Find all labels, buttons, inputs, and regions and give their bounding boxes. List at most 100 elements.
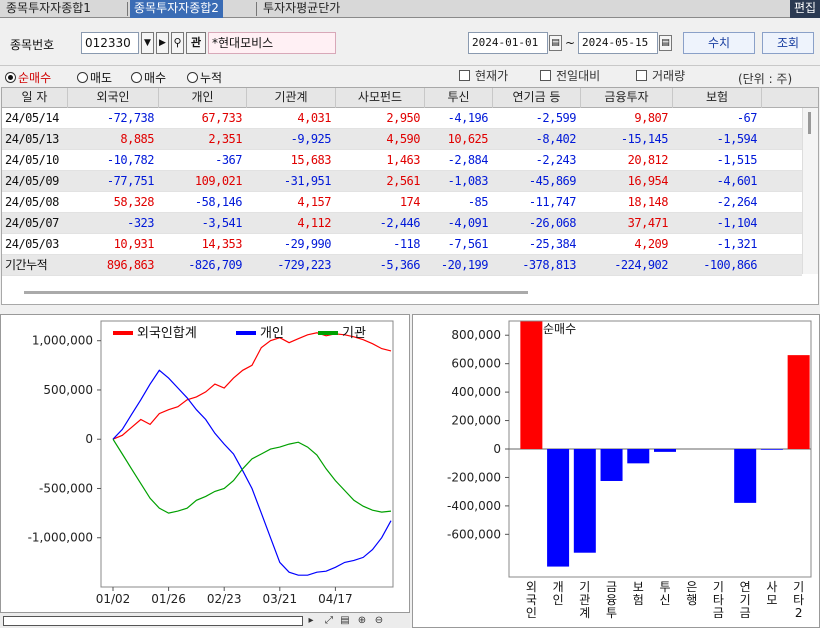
table-cell: -29,990 <box>283 237 332 251</box>
edit-button[interactable]: 편집 <box>790 0 820 18</box>
table-cell: 2,351 <box>208 132 242 146</box>
x-tick-label: 04/17 <box>318 592 353 606</box>
column-header[interactable]: 보험 <box>673 88 762 108</box>
category-label: 금 <box>606 580 617 594</box>
category-label: 타 <box>793 593 804 607</box>
category-label: 신 <box>659 593 670 607</box>
radio-label: 매도 <box>90 71 113 85</box>
table-cell: -8,402 <box>535 132 577 146</box>
chart-scroll-track[interactable] <box>3 616 303 626</box>
table-cell: -2,243 <box>535 153 577 167</box>
table-cell: -85 <box>467 195 489 209</box>
next-button[interactable]: ▶ <box>156 32 169 54</box>
table-cell: 4,112 <box>297 216 331 230</box>
tab-bar: 종목투자자종합1 종목투자자종합2 투자자평균단가 편집 <box>0 0 820 18</box>
zoom-out-icon[interactable]: ⊖ <box>372 614 386 627</box>
y-tick-label: 1,000,000 <box>32 334 93 348</box>
category-label: 기 <box>579 580 590 594</box>
table-row[interactable]: 24/05/07 -323 -3,541 4,112 -2,446 -4,091 -26,0… <box>2 213 802 234</box>
table-cell: -31,951 <box>283 174 332 188</box>
chart-title: 순매수 <box>543 322 576 336</box>
calendar-icon[interactable]: ▤ <box>549 35 562 51</box>
table-cell: -224,902 <box>614 258 668 272</box>
numbers-button[interactable]: 수치 <box>683 32 755 54</box>
dropdown-button[interactable]: ▼ <box>141 32 154 54</box>
category-label: 외 <box>526 580 537 594</box>
table-cell: -15,145 <box>620 132 669 146</box>
query-button[interactable]: 조회 <box>762 32 814 54</box>
table-cell: 20,812 <box>627 153 669 167</box>
table-cell: -378,813 <box>522 258 576 272</box>
radio-sell[interactable]: 매도 <box>77 69 112 86</box>
column-header[interactable]: 연기금 등 <box>493 88 581 108</box>
calendar-icon[interactable]: ▤ <box>659 35 672 51</box>
y-tick-label: 500,000 <box>43 383 93 397</box>
bar <box>627 449 650 464</box>
category-label: 관 <box>579 593 590 607</box>
radio-label: 순매수 <box>18 71 52 85</box>
radio-dot <box>77 72 88 83</box>
column-header[interactable]: 사모펀드 <box>336 88 425 108</box>
table-cell: 14,353 <box>201 237 243 251</box>
table-cell: 24/05/10 <box>5 153 59 167</box>
table-cell: -2,264 <box>716 195 758 209</box>
column-header[interactable]: 외국인 <box>68 88 159 108</box>
expand-icon[interactable]: ⤢ <box>322 614 336 627</box>
x-tick-label: 01/02 <box>96 592 131 606</box>
table-cell: 8,885 <box>120 132 154 146</box>
column-header[interactable]: 일 자 <box>2 88 68 108</box>
x-tick-label: 02/23 <box>207 592 242 606</box>
date-from-input[interactable]: 2024-01-01 <box>468 32 548 54</box>
table-cell: -118 <box>393 237 420 251</box>
zoom-in-icon[interactable]: ⊕ <box>355 614 369 627</box>
y-tick-label: 0 <box>85 432 93 446</box>
chart-link-button[interactable]: 관 <box>186 32 206 54</box>
radio-net-buy[interactable]: 순매수 <box>5 69 51 86</box>
x-tick-label: 03/21 <box>263 592 298 606</box>
bar <box>654 449 676 452</box>
stock-code-input[interactable]: 012330 <box>81 32 139 54</box>
column-header[interactable]: 개인 <box>159 88 247 108</box>
y-tick-label: 800,000 <box>451 328 501 342</box>
category-label: 은 <box>686 580 697 594</box>
table-row[interactable]: 24/05/09 -77,751 109,021 -31,951 2,561 -1,083… <box>2 171 802 192</box>
scroll-right-icon[interactable]: ▸ <box>304 614 318 627</box>
tab-investor-summary-2[interactable]: 종목투자자종합2 <box>130 0 223 18</box>
y-tick-label: -200,000 <box>447 470 501 484</box>
table-row[interactable]: 24/05/13 8,885 2,351 -9,925 4,590 10,625 -8,40… <box>2 129 802 150</box>
save-icon[interactable]: ▤ <box>338 614 352 627</box>
tab-investor-summary-1[interactable]: 종목투자자종합1 <box>2 0 95 18</box>
horizontal-scrollbar[interactable] <box>24 291 528 294</box>
vertical-scrollbar[interactable] <box>802 108 818 274</box>
table-row[interactable]: 24/05/08 58,328 -58,146 4,157 174 -85 -11,747 1… <box>2 192 802 213</box>
table-cell: 109,021 <box>194 174 243 188</box>
table-row[interactable]: 24/05/03 10,931 14,353 -29,990 -118 -7,561 -25… <box>2 234 802 255</box>
table-cell: -9,925 <box>290 132 332 146</box>
column-header[interactable]: 기관계 <box>247 88 336 108</box>
total-row[interactable]: 기간누적 896,863 -826,709 -729,223 -5,366 -20,199… <box>2 255 802 276</box>
check-prev-day-change[interactable]: 전일대비 <box>540 67 600 84</box>
search-icon[interactable]: ⚲ <box>171 32 184 54</box>
y-tick-label: -500,000 <box>39 481 93 495</box>
check-volume[interactable]: 거래량 <box>636 67 685 84</box>
date-to-input[interactable]: 2024-05-15 <box>578 32 658 54</box>
table-cell: -1,321 <box>716 237 758 251</box>
options-row: 순매수 매도 매수 누적 현재가 전일대비 거래량 (단위 : 주) <box>0 66 820 86</box>
column-header[interactable]: 금융투자 <box>581 88 673 108</box>
scroll-thumb[interactable] <box>808 112 811 134</box>
table-row[interactable]: 24/05/14 -72,738 67,733 4,031 2,950 -4,196 -2,… <box>2 108 802 129</box>
table-row[interactable]: 24/05/10 -10,782 -367 15,683 1,463 -2,884 -2,2… <box>2 150 802 171</box>
bar <box>520 321 543 449</box>
category-label: 모 <box>766 593 777 607</box>
table-cell: 16,954 <box>627 174 669 188</box>
table-cell: 24/05/09 <box>5 174 59 188</box>
column-header[interactable]: 투신 <box>425 88 493 108</box>
check-current-price[interactable]: 현재가 <box>459 67 508 84</box>
tab-investor-avg-price[interactable]: 투자자평균단가 <box>259 0 344 18</box>
check-label: 거래량 <box>652 69 686 83</box>
category-label: 금 <box>713 606 724 620</box>
radio-buy[interactable]: 매수 <box>131 69 166 86</box>
radio-cumulative[interactable]: 누적 <box>187 69 222 86</box>
table-cell: 24/05/14 <box>5 111 59 125</box>
table-cell: 10,625 <box>447 132 489 146</box>
